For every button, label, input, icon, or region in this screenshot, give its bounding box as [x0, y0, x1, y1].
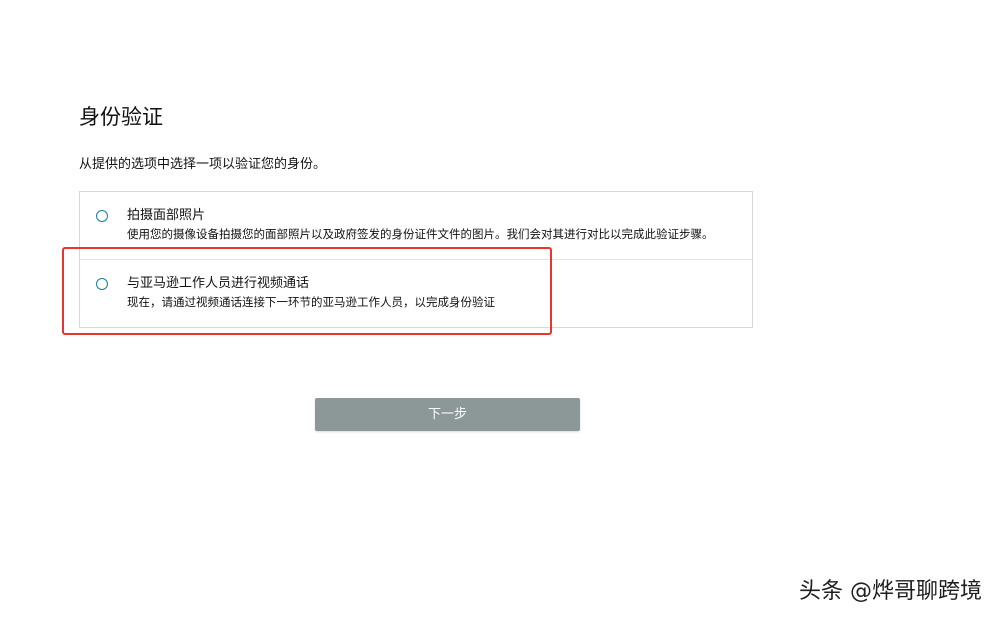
option-face-photo-radio[interactable] — [96, 210, 108, 222]
page-title: 身份验证 — [79, 105, 163, 129]
option-video-call-description: 现在，请通过视频通话连接下一环节的亚马逊工作人员，以完成身份验证 — [127, 295, 495, 309]
watermark: 头条 @烨哥聊跨境 — [799, 579, 982, 604]
option-video-call-title: 与亚马逊工作人员进行视频通话 — [127, 276, 310, 291]
option-face-photo-title: 拍摄面部照片 — [127, 208, 206, 223]
option-face-photo[interactable]: 拍摄面部照片 使用您的摄像设备拍摄您的面部照片以及政府签发的身份证件文件的图片。… — [80, 192, 752, 260]
identity-verification-page: 身份验证 从提供的选项中选择一项以验证您的身份。 拍摄面部照片 使用您的摄像设备… — [0, 0, 1000, 624]
option-video-call-radio[interactable] — [96, 278, 108, 290]
option-video-call[interactable]: 与亚马逊工作人员进行视频通话 现在，请通过视频通话连接下一环节的亚马逊工作人员，… — [80, 260, 752, 328]
option-face-photo-description: 使用您的摄像设备拍摄您的面部照片以及政府签发的身份证件文件的图片。我们会对其进行… — [127, 227, 714, 241]
verification-options: 拍摄面部照片 使用您的摄像设备拍摄您的面部照片以及政府签发的身份证件文件的图片。… — [79, 191, 753, 328]
instruction-text: 从提供的选项中选择一项以验证您的身份。 — [79, 157, 327, 172]
next-step-button[interactable]: 下一步 — [315, 398, 580, 431]
